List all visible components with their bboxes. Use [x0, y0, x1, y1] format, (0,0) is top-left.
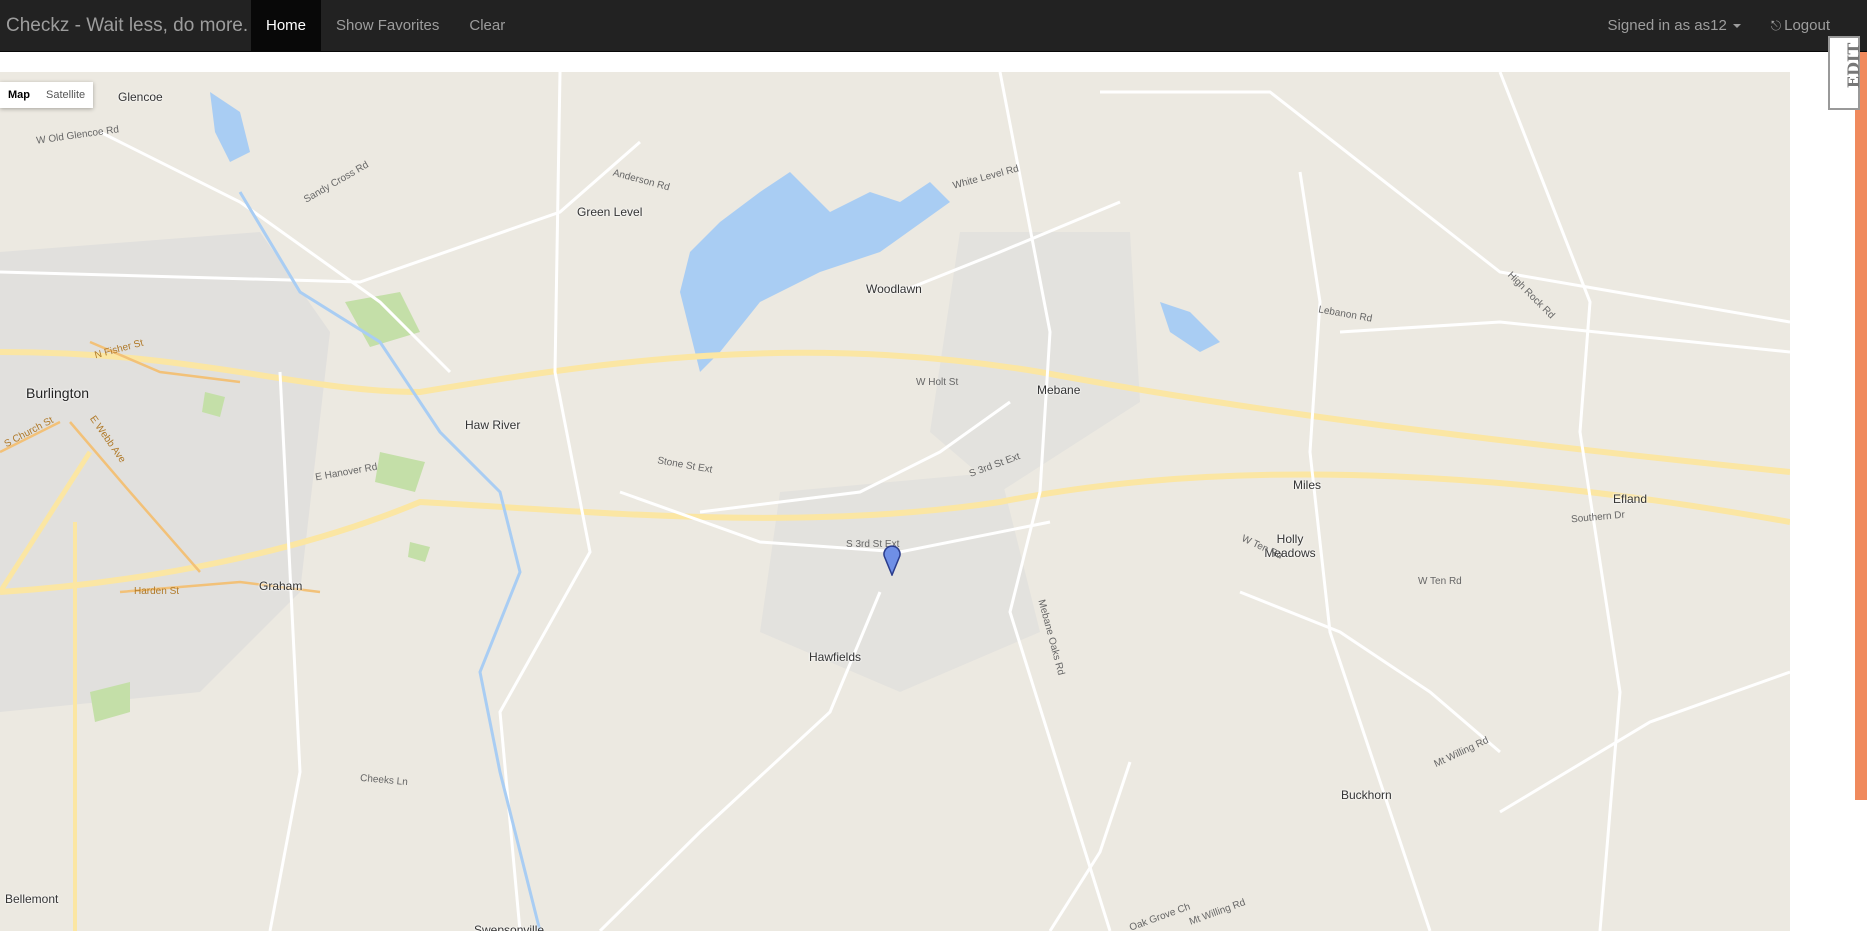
map-type-control: Map Satellite: [0, 82, 94, 108]
place-label: Hawfields: [809, 650, 862, 664]
logout-icon: ⎋: [1770, 18, 1782, 33]
map-type-satellite-button[interactable]: Satellite: [38, 82, 93, 108]
logout-label: Logout: [1784, 17, 1830, 34]
road-label: W Ten Rd: [1418, 576, 1462, 587]
user-nav: Signed in as as12 ⎋ Logout: [1593, 0, 1845, 52]
place-label: Mebane: [1037, 383, 1081, 397]
edit-tab-label: EDIT: [1844, 42, 1864, 89]
place-label: Glencoe: [118, 90, 163, 104]
place-label: Burlington: [26, 385, 90, 401]
road-label: Harden St: [134, 586, 180, 597]
caret-down-icon: [1732, 24, 1741, 29]
user-dropdown[interactable]: Signed in as as12: [1593, 0, 1756, 52]
place-label: Miles: [1293, 478, 1322, 492]
place-label: Green Level: [577, 205, 643, 219]
nav-show-favorites[interactable]: Show Favorites: [321, 0, 454, 52]
place-label: Woodlawn: [866, 282, 922, 296]
map-canvas[interactable]: Map Satellite Glencoe Burlington Green L…: [0, 72, 1790, 931]
main-nav: Home Show Favorites Clear: [251, 0, 520, 52]
place-label: Buckhorn: [1341, 788, 1392, 802]
side-accent-bar: [1855, 52, 1867, 800]
edit-tab[interactable]: EDIT: [1828, 36, 1864, 110]
nav-clear[interactable]: Clear: [454, 0, 520, 52]
brand-title[interactable]: Checkz - Wait less, do more.: [6, 0, 248, 52]
place-label: Bellemont: [5, 892, 59, 906]
map-type-map-button[interactable]: Map: [0, 82, 38, 108]
place-label: Swepsonville: [474, 923, 545, 931]
place-label: Haw River: [465, 418, 521, 432]
road-label: W Holt St: [916, 377, 959, 388]
place-label: Efland: [1613, 492, 1648, 506]
map-tiles: [0, 72, 1790, 931]
top-navbar: Checkz - Wait less, do more. Home Show F…: [0, 0, 1867, 52]
nav-home[interactable]: Home: [251, 0, 322, 52]
user-label: Signed in as as12: [1607, 17, 1727, 34]
place-label: Graham: [259, 579, 303, 593]
